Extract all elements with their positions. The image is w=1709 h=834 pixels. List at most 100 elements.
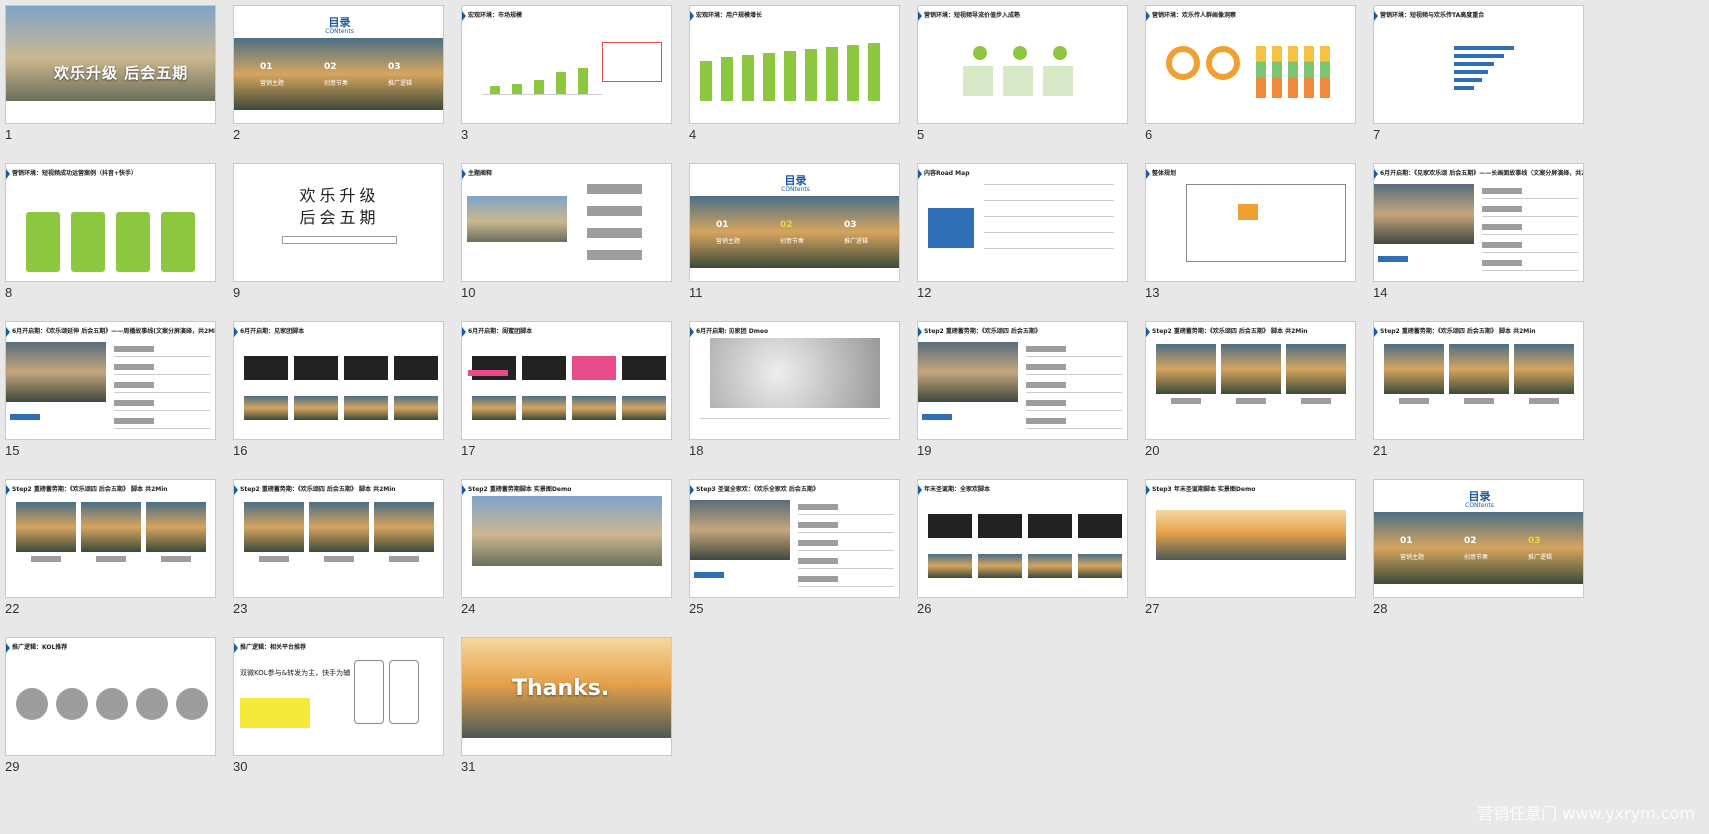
toc-photo: [690, 196, 899, 268]
slide-thumbnail[interactable]: 6月开启期: 见家团 Dmeo: [689, 321, 900, 440]
slide-thumbnail[interactable]: 目录 CONtents 01 营销主题 02 创意节奏 03 推广逻辑: [689, 163, 900, 282]
slide-sorter-grid: 欢乐升级 后会五期 1 目录 CONtents 01 营销主题 02 创意节奏 03 推广逻辑 2 宏…: [0, 0, 1709, 834]
slide-thumbnail-cell[interactable]: 欢乐升级 后会五期 9: [228, 158, 448, 300]
slide-thumbnail[interactable]: 营销环境：短视频导流价值步入成熟: [917, 5, 1128, 124]
slide-thumbnail-cell[interactable]: 营销环境：短视频与欢乐传TA高度重合 7: [1368, 0, 1588, 142]
slide-number: 7: [1373, 127, 1381, 142]
slide-title: 内容Road Map: [918, 169, 970, 179]
slide-thumbnail-cell[interactable]: 欢乐升级 后会五期 1: [0, 0, 220, 142]
text-line: [1482, 270, 1578, 271]
slide-thumbnail[interactable]: Step3 年末圣诞期脚本 实景图Demo: [1145, 479, 1356, 598]
slide-thumbnail[interactable]: 欢乐升级 后会五期: [5, 5, 216, 124]
slide-title: 营销环境：短视频导流价值步入成熟: [918, 11, 1020, 21]
slide-thumbnail-cell[interactable]: 6月开启期：《见家欢乐颂 后会五期》——长画面故事线（文案分屏演绎，共2Min）…: [1368, 158, 1588, 300]
slide-thumbnail-cell[interactable]: 推广逻辑：KOL推荐 29: [0, 632, 220, 774]
slide-thumbnail[interactable]: 年末圣诞期：全家欢脚本: [917, 479, 1128, 598]
slide-thumbnail[interactable]: Step2 重磅蓄势期脚本 实景图Demo: [461, 479, 672, 598]
slide-thumbnail-cell[interactable]: Step2 重磅蓄势期：《欢乐颂四 后会五期》 脚本 共2Min 23: [228, 474, 448, 616]
slide-thumbnail[interactable]: Step2 重磅蓄势期：《欢乐颂四 后会五期》 脚本 共2Min: [1145, 321, 1356, 440]
slide-thumbnail[interactable]: 营销环境：短视频与欢乐传TA高度重合: [1373, 5, 1584, 124]
slide-thumbnail[interactable]: Step2 重磅蓄势期：《欢乐颂四 后会五期》 脚本 共2Min: [1373, 321, 1584, 440]
slide-thumbnail-cell[interactable]: 6月开启期：闺蜜团脚本 17: [456, 316, 676, 458]
slide-thumbnail-cell[interactable]: 主题阐释 10: [456, 158, 676, 300]
slide-thumbnail-cell[interactable]: 整体规划 13: [1140, 158, 1360, 300]
slide-thumbnail-cell[interactable]: Step2 重磅蓄势期脚本 实景图Demo 24: [456, 474, 676, 616]
text-line: [984, 216, 1114, 217]
storyboard-frame: [622, 396, 666, 420]
storyboard-frame: [1028, 514, 1072, 538]
slide-thumbnail[interactable]: 6月开启期：《见家欢乐颂 后会五期》——长画面故事线（文案分屏演绎，共2Min）: [1373, 163, 1584, 282]
slide-thumbnail-cell[interactable]: 宏观环境：用户规模增长 4: [684, 0, 904, 142]
info-card: [1003, 66, 1033, 96]
slide-thumbnail[interactable]: Thanks.: [461, 637, 672, 756]
storyboard-frame: [1078, 554, 1122, 578]
slide-thumbnail[interactable]: 营销环境：欢乐传人群画像洞察: [1145, 5, 1356, 124]
watermark: 营销任意门 www.yxrym.com: [1477, 804, 1695, 823]
slide-thumbnail[interactable]: 推广逻辑：KOL推荐: [5, 637, 216, 756]
slide-thumbnail-cell[interactable]: Step2 重磅蓄势期：《欢乐颂四 后会五期》 脚本 共2Min 21: [1368, 316, 1588, 458]
section-tag: [798, 558, 838, 564]
slide-thumbnail[interactable]: Step2 重磅蓄势期：《欢乐颂四 后会五期》: [917, 321, 1128, 440]
slide-number: 12: [917, 285, 932, 300]
slide-thumbnail[interactable]: Step3 圣诞全家欢：《欢乐全家欢 后会五期》: [689, 479, 900, 598]
comic-panel: [1514, 344, 1574, 394]
slide-thumbnail-cell[interactable]: Step3 年末圣诞期脚本 实景图Demo 27: [1140, 474, 1360, 616]
slide-thumbnail-cell[interactable]: 内容Road Map 12: [912, 158, 1132, 300]
section-tag: [114, 364, 154, 370]
section-tag: [1026, 382, 1066, 388]
slide-thumbnail[interactable]: 欢乐升级 后会五期: [233, 163, 444, 282]
slide-thumbnail[interactable]: 6月开启期：闺蜜团脚本: [461, 321, 672, 440]
section-tag: [798, 504, 838, 510]
slide-thumbnail[interactable]: Step2 重磅蓄势期：《欢乐颂四 后会五期》 脚本 共2Min: [233, 479, 444, 598]
slide-thumbnail-cell[interactable]: 6月开启期：《欢乐颂延伸 后会五期》——周播故事线(文案分屏演绎，共2Min) 1…: [0, 316, 220, 458]
slide-subtitle: 双微KOL参与&转发为主，快手为辅: [240, 669, 351, 677]
slide-thumbnail-cell[interactable]: 年末圣诞期：全家欢脚本 26: [912, 474, 1132, 616]
text-line: [700, 418, 890, 419]
slide-thumbnail[interactable]: 内容Road Map: [917, 163, 1128, 282]
slide-thumbnail-cell[interactable]: 营销环境：欢乐传人群画像洞察 6: [1140, 0, 1360, 142]
slide-thumbnail-cell[interactable]: Step2 重磅蓄势期：《欢乐颂四 后会五期》 19: [912, 316, 1132, 458]
slide-thumbnail-cell[interactable]: 6月开启期: 见家团 Dmeo 18: [684, 316, 904, 458]
text-line: [114, 428, 210, 429]
panel-tag: [389, 556, 419, 562]
slide-thumbnail[interactable]: 目录 CONtents 01 营销主题 02 创意节奏 03 推广逻辑: [233, 5, 444, 124]
slide-thumbnail[interactable]: 推广逻辑：相关平台推荐 双微KOL参与&转发为主，快手为辅: [233, 637, 444, 756]
slide-thumbnail[interactable]: 营销环境：短视频成功运营案例（抖音+快手）: [5, 163, 216, 282]
panel-tag: [161, 556, 191, 562]
slide-thumbnail[interactable]: 6月开启期：见家团脚本: [233, 321, 444, 440]
slide-thumbnail[interactable]: Step2 重磅蓄势期：《欢乐颂四 后会五期》 脚本 共2Min: [5, 479, 216, 598]
slide-thumbnail[interactable]: 主题阐释: [461, 163, 672, 282]
comic-panel: [309, 502, 369, 552]
slide-thumbnail-cell[interactable]: Step2 重磅蓄势期：《欢乐颂四 后会五期》 脚本 共2Min 22: [0, 474, 220, 616]
slide-thumbnail[interactable]: 整体规划: [1145, 163, 1356, 282]
slide-thumbnail-cell[interactable]: 推广逻辑：相关平台推荐 双微KOL参与&转发为主，快手为辅 30: [228, 632, 448, 774]
slide-thumbnail[interactable]: 宏观环境：市场规模: [461, 5, 672, 124]
slide-thumbnail-cell[interactable]: 6月开启期：见家团脚本 16: [228, 316, 448, 458]
slide-thumbnail-cell[interactable]: 目录 CONtents 01 营销主题 02 创意节奏 03 推广逻辑 2: [228, 0, 448, 142]
slide-thumbnail-cell[interactable]: 营销环境：短视频导流价值步入成熟 5: [912, 0, 1132, 142]
slide-number: 20: [1145, 443, 1160, 458]
kol-avatar: [16, 688, 48, 720]
flow-step: [587, 184, 642, 194]
slide-number: 8: [5, 285, 13, 300]
slide-thumbnail[interactable]: 目录 CONtents 01 营销主题 02 创意节奏 03 推广逻辑: [1373, 479, 1584, 598]
slide-thumbnail-cell[interactable]: 宏观环境：市场规模 3: [456, 0, 676, 142]
slide-title: 6月开启期：闺蜜团脚本: [462, 327, 532, 337]
slide-thumbnail-cell[interactable]: Step3 圣诞全家欢：《欢乐全家欢 后会五期》 25: [684, 474, 904, 616]
roadmap-image: [928, 208, 974, 248]
slide-thumbnail[interactable]: 宏观环境：用户规模增长: [689, 5, 900, 124]
toc-subtitle: CONtents: [1465, 502, 1494, 509]
slide-thumbnail-cell[interactable]: 目录 CONtents 01 营销主题 02 创意节奏 03 推广逻辑 11: [684, 158, 904, 300]
slide-thumbnail-cell[interactable]: Thanks. 31: [456, 632, 676, 774]
slide-thumbnail[interactable]: 6月开启期：《欢乐颂延伸 后会五期》——周播故事线(文案分屏演绎，共2Min): [5, 321, 216, 440]
toc-item-label: 推广逻辑: [1528, 554, 1553, 561]
storyboard-frame: [928, 554, 972, 578]
text-line: [984, 200, 1114, 201]
panel-tag: [1529, 398, 1559, 404]
slide-number: 9: [233, 285, 241, 300]
slide-thumbnail-cell[interactable]: 目录 CONtents 01 营销主题 02 创意节奏 03 推广逻辑 28: [1368, 474, 1588, 616]
section-tag: [1482, 224, 1522, 230]
stacked-bar: [1320, 46, 1330, 98]
slide-thumbnail-cell[interactable]: Step2 重磅蓄势期：《欢乐颂四 后会五期》 脚本 共2Min 20: [1140, 316, 1360, 458]
slide-thumbnail-cell[interactable]: 营销环境：短视频成功运营案例（抖音+快手） 8: [0, 158, 220, 300]
